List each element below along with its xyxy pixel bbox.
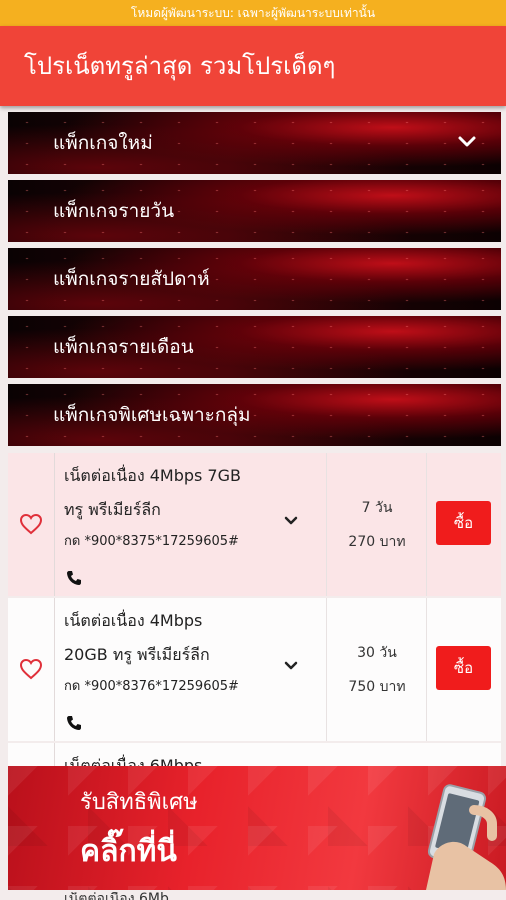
plan-name-line2: ทรู พรีเมียร์ลีก: [64, 500, 161, 519]
plan-name-line1: เน็ตต่อเนื่อง 4Mbps 7GB: [64, 466, 241, 485]
category-monthly-packages[interactable]: แพ็กเกจรายเดือน: [8, 316, 501, 378]
plan-price: 270 บาท: [348, 534, 406, 550]
phone-icon[interactable]: [66, 570, 82, 586]
buy-button[interactable]: ซื้อ: [436, 501, 491, 545]
plan-row: เน็ตต่อเนื่อง 4Mbps 20GB ทรู พรีเมียร์ลี…: [8, 598, 501, 741]
promo-banner[interactable]: รับสิทธิพิเศษ คลิ๊กที่นี่: [8, 766, 506, 890]
plan-ussd-code: กด *900*8375*17259605#: [64, 534, 239, 549]
plan-name-peek: เน็ตต่อเนื่อง 6Mb: [64, 892, 169, 900]
category-new-packages[interactable]: แพ็กเกจใหม่: [8, 112, 501, 174]
promo-line2: คลิ๊กที่นี่: [80, 834, 177, 869]
favorite-cell: [8, 598, 55, 741]
plan-info: เน็ตต่อเนื่อง 4Mbps 20GB ทรู พรีเมียร์ลี…: [64, 604, 279, 702]
buy-button[interactable]: ซื้อ: [436, 646, 491, 690]
plan-duration: 30 วัน: [357, 645, 397, 661]
heart-icon[interactable]: [19, 658, 43, 680]
chevron-down-icon[interactable]: [457, 134, 477, 150]
plan-ussd-code: กด *900*8376*17259605#: [64, 679, 239, 694]
category-label: แพ็กเกจพิเศษเฉพาะกลุ่ม: [53, 404, 251, 426]
phone-icon[interactable]: [66, 715, 82, 731]
column-divider: [326, 598, 327, 741]
column-divider: [426, 598, 427, 741]
category-daily-packages[interactable]: แพ็กเกจรายวัน: [8, 180, 501, 242]
heart-icon[interactable]: [19, 513, 43, 535]
chevron-down-icon[interactable]: [284, 515, 298, 527]
favorite-cell: [8, 453, 55, 596]
category-label: แพ็กเกจรายเดือน: [53, 336, 194, 358]
developer-mode-banner: โหมดผู้พัฒนาระบบ: เฉพาะผู้พัฒนาระบบเท่าน…: [0, 0, 506, 26]
plan-name-line2: 20GB ทรู พรีเมียร์ลีก: [64, 645, 210, 664]
column-divider: [326, 453, 327, 596]
category-label: แพ็กเกจรายสัปดาห์: [53, 268, 210, 290]
category-label: แพ็กเกจใหม่: [53, 132, 153, 154]
category-weekly-packages[interactable]: แพ็กเกจรายสัปดาห์: [8, 248, 501, 310]
column-divider: [426, 453, 427, 596]
plan-info: เน็ตต่อเนื่อง 4Mbps 7GB ทรู พรีเมียร์ลีก…: [64, 459, 279, 557]
app-bar: โปรเน็ตทรูล่าสุด รวมโปรเด็ดๆ: [0, 26, 506, 106]
hand-holding-phone-icon: [426, 784, 506, 890]
plan-name-line1: เน็ตต่อเนื่อง 4Mbps: [64, 611, 203, 630]
chevron-down-icon[interactable]: [284, 660, 298, 672]
category-list: แพ็กเกจใหม่ แพ็กเกจรายวัน แพ็กเกจรายสัปด…: [8, 112, 501, 452]
plan-row: เน็ตต่อเนื่อง 4Mbps 7GB ทรู พรีเมียร์ลีก…: [8, 453, 501, 596]
category-label: แพ็กเกจรายวัน: [53, 200, 175, 222]
plan-price: 750 บาท: [348, 679, 406, 695]
category-special-group-packages[interactable]: แพ็กเกจพิเศษเฉพาะกลุ่ม: [8, 384, 501, 446]
app-title: โปรเน็ตทรูล่าสุด รวมโปรเด็ดๆ: [24, 52, 336, 80]
promo-line1: รับสิทธิพิเศษ: [80, 790, 198, 815]
plan-duration: 7 วัน: [361, 500, 393, 516]
